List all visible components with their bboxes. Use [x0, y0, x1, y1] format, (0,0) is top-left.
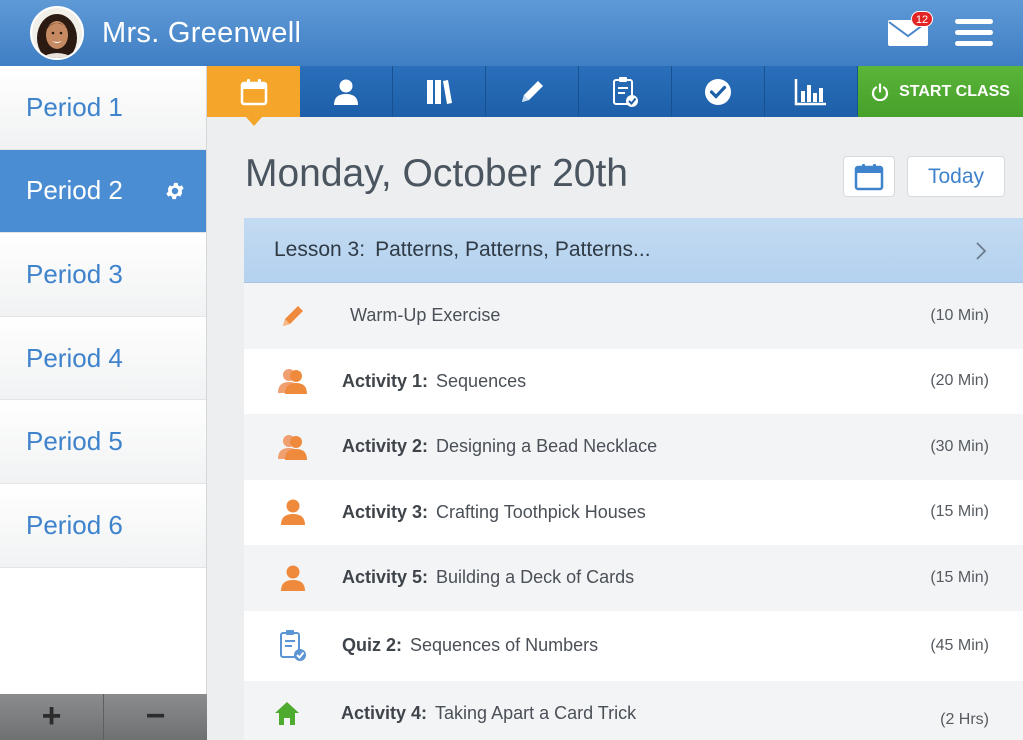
item-duration: (15 Min) — [930, 503, 989, 521]
start-class-label: START CLASS — [899, 82, 1010, 100]
sidebar-item-period-6[interactable]: Period 6 — [0, 483, 206, 568]
teacher-name: Mrs. Greenwell — [102, 16, 302, 49]
period-label: Period 1 — [26, 91, 123, 122]
tab-attendance[interactable] — [672, 66, 765, 117]
lesson-title: Patterns, Patterns, Patterns... — [375, 238, 651, 261]
power-icon — [872, 82, 889, 101]
item-duration: (15 Min) — [930, 568, 989, 586]
main-toolbar: START CLASS — [207, 66, 1023, 126]
hamburger-menu-icon[interactable] — [955, 19, 993, 49]
sidebar-item-period-1[interactable]: Period 1 — [0, 66, 206, 150]
item-name: Sequences of Numbers — [410, 635, 599, 655]
tab-edit[interactable] — [486, 66, 579, 117]
item-prefix: Quiz 2: — [342, 635, 403, 655]
item-name: Warm-Up Exercise — [350, 305, 501, 326]
gear-icon[interactable] — [164, 180, 186, 202]
item-name: Crafting Toothpick Houses — [436, 501, 646, 522]
tab-assignments[interactable] — [579, 66, 672, 117]
item-title: Quiz 2: Sequences of Numbers — [342, 635, 598, 656]
sidebar-item-period-2[interactable]: Period 2 — [0, 149, 206, 234]
sidebar-item-period-4[interactable]: Period 4 — [0, 316, 206, 401]
bar-chart-icon — [794, 78, 826, 105]
item-name: Designing a Bead Necklace — [436, 436, 658, 457]
sidebar-item-period-3[interactable]: Period 3 — [0, 233, 206, 317]
start-class-button[interactable]: START CLASS — [858, 66, 1023, 117]
avatar[interactable] — [30, 6, 84, 60]
list-item[interactable]: Quiz 2: Sequences of Numbers (45 Min) — [244, 611, 1023, 681]
list-item[interactable]: Activity 4: Taking Apart a Card Trick (2 … — [244, 680, 1023, 740]
chevron-right-icon — [976, 242, 987, 260]
tab-reports[interactable] — [765, 66, 858, 117]
page-title: Monday, October 20th — [245, 152, 628, 195]
tab-students[interactable] — [300, 66, 393, 117]
item-name: Taking Apart a Card Trick — [435, 702, 637, 723]
item-duration: (10 Min) — [930, 306, 989, 324]
item-duration: (20 Min) — [930, 372, 989, 390]
item-prefix: Activity 3: — [342, 501, 429, 522]
today-button[interactable]: Today — [907, 156, 1005, 197]
group-icon — [278, 369, 307, 395]
person-icon — [281, 565, 305, 591]
lesson-header[interactable]: Lesson 3: Patterns, Patterns, Patterns..… — [244, 218, 1023, 283]
person-icon — [281, 499, 305, 526]
item-title: Activity 4: Taking Apart a Card Trick — [341, 703, 636, 724]
pencil-icon — [283, 305, 303, 326]
add-period-button[interactable]: + — [0, 694, 104, 740]
item-prefix: Activity 5: — [342, 567, 429, 588]
list-item[interactable]: Activity 3: Crafting Toothpick Houses (15… — [244, 480, 1023, 546]
item-prefix: Activity 4: — [341, 702, 428, 723]
period-label: Period 5 — [26, 426, 123, 457]
tab-library[interactable] — [393, 66, 486, 117]
period-sidebar: Period 1 Period 2 Period 3 Period 4 Peri… — [0, 66, 207, 740]
item-name: Building a Deck of Cards — [436, 567, 635, 588]
list-item[interactable]: Activity 1: Sequences (20 Min) — [244, 349, 1023, 415]
item-title: Warm-Up Exercise — [342, 305, 500, 326]
item-title: Activity 5: Building a Deck of Cards — [342, 567, 634, 588]
app-header: Mrs. Greenwell 12 — [0, 0, 1023, 66]
item-title: Activity 1: Sequences — [342, 371, 526, 392]
list-item[interactable]: Activity 5: Building a Deck of Cards (15 … — [244, 545, 1023, 611]
clipboard-check-icon — [613, 76, 638, 107]
books-icon — [427, 79, 452, 104]
period-label: Period 6 — [26, 509, 123, 540]
item-name: Sequences — [436, 370, 527, 391]
item-title: Activity 3: Crafting Toothpick Houses — [342, 502, 646, 523]
quiz-icon — [280, 629, 306, 661]
item-duration: (45 Min) — [930, 636, 989, 654]
tab-calendar[interactable] — [207, 66, 300, 126]
sidebar-item-period-5[interactable]: Period 5 — [0, 400, 206, 484]
item-duration: (30 Min) — [930, 437, 989, 455]
calendar-icon — [854, 163, 884, 190]
item-title: Activity 2: Designing a Bead Necklace — [342, 436, 657, 457]
home-icon — [275, 702, 299, 726]
item-prefix: Activity 1: — [342, 370, 429, 391]
student-icon — [334, 79, 358, 105]
lesson-number: Lesson 3: — [274, 238, 366, 261]
item-prefix: Activity 2: — [342, 436, 429, 457]
lesson-panel: Lesson 3: Patterns, Patterns, Patterns..… — [244, 218, 1023, 740]
calendar-icon — [240, 78, 267, 105]
sidebar-footer: + − — [0, 694, 207, 740]
checkmark-icon — [705, 78, 731, 105]
mail-count-badge: 12 — [911, 11, 933, 27]
remove-period-button[interactable]: − — [104, 694, 207, 740]
pencil-icon — [522, 80, 543, 102]
period-label: Period 4 — [26, 342, 123, 373]
group-icon — [278, 434, 307, 460]
list-item[interactable]: Activity 2: Designing a Bead Necklace (30… — [244, 414, 1023, 480]
period-label: Period 2 — [26, 175, 123, 206]
list-item[interactable]: Warm-Up Exercise (10 Min) — [244, 283, 1023, 349]
item-duration: (2 Hrs) — [940, 710, 989, 728]
date-picker-button[interactable] — [843, 156, 895, 197]
period-label: Period 3 — [26, 258, 123, 289]
